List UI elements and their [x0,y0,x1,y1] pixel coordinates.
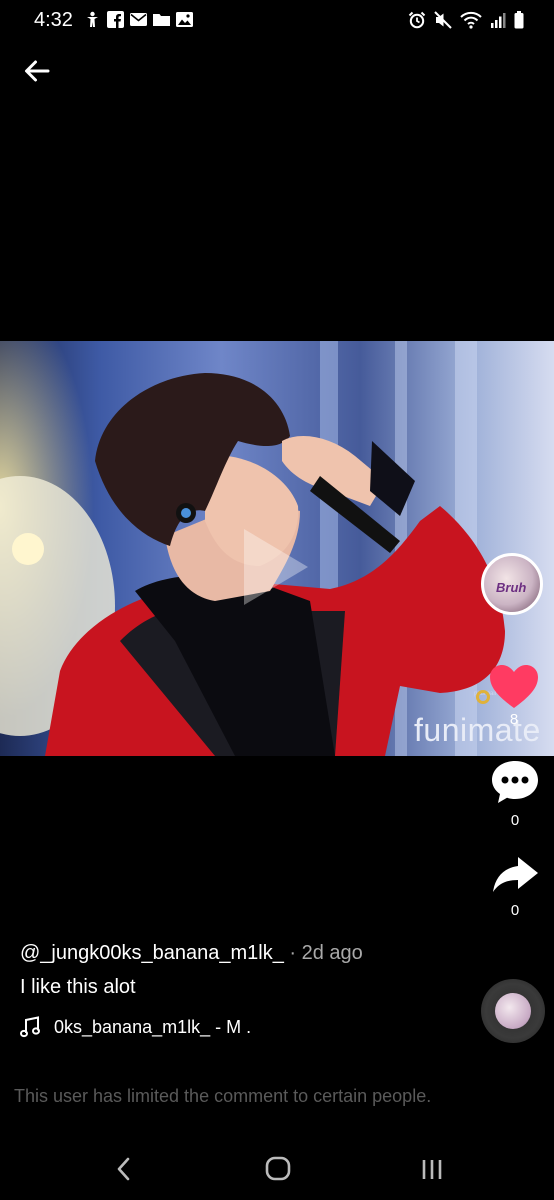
caption-username[interactable]: @_jungk00ks_banana_m1lk_ · 2d ago [20,942,363,965]
creator-avatar[interactable]: Bruh [481,553,543,615]
status-bar: 4:32 [0,0,554,44]
system-nav-bar [0,1140,554,1200]
comment-icon [492,761,538,803]
accessibility-icon [84,11,101,28]
nav-recents-button[interactable] [412,1152,452,1186]
sound-title: 0ks_banana_m1lk_ - M . [54,1016,252,1037]
nav-back-button[interactable] [104,1152,144,1186]
comment-count: 0 [510,812,520,829]
battery-icon [514,11,524,34]
folder-icon [153,11,170,28]
alarm-icon [408,11,426,34]
gallery-icon [176,11,193,28]
facebook-icon [107,11,124,28]
music-note-icon [20,1016,40,1038]
username[interactable]: @_jungk00ks_banana_m1lk_ [20,942,284,964]
nav-recents-icon [422,1160,442,1179]
heart-icon [490,665,538,708]
status-right-icons [408,11,524,34]
play-button[interactable] [240,525,312,609]
mute-icon [434,11,452,34]
status-left-icons [84,11,193,28]
comment-button[interactable]: 0 [483,759,547,829]
sound-disc-avatar [495,993,531,1029]
share-icon [493,857,538,892]
nav-back-icon [117,1157,130,1181]
wifi-icon [460,11,482,34]
sound-disc[interactable] [481,979,545,1043]
play-icon [244,529,308,605]
back-button[interactable] [20,54,54,88]
like-button[interactable]: 8 [482,664,546,728]
nav-home-icon [265,1156,291,1181]
sound-link[interactable]: 0ks_banana_m1lk_ - M . [20,1016,251,1038]
post-time: · 2d ago [283,942,363,964]
mail-icon [130,11,147,28]
back-arrow-icon [25,60,50,82]
status-time: 4:32 [34,9,73,31]
like-count: 8 [509,711,519,728]
share-button[interactable]: 0 [483,855,547,919]
avatar-text: Bruh [496,580,527,595]
nav-home-button[interactable] [258,1152,298,1186]
share-count: 0 [510,902,520,919]
signal-icon [490,12,506,33]
caption-text: I like this alot [20,976,136,998]
comment-limited-notice: This user has limited the comment to cer… [14,1086,432,1106]
